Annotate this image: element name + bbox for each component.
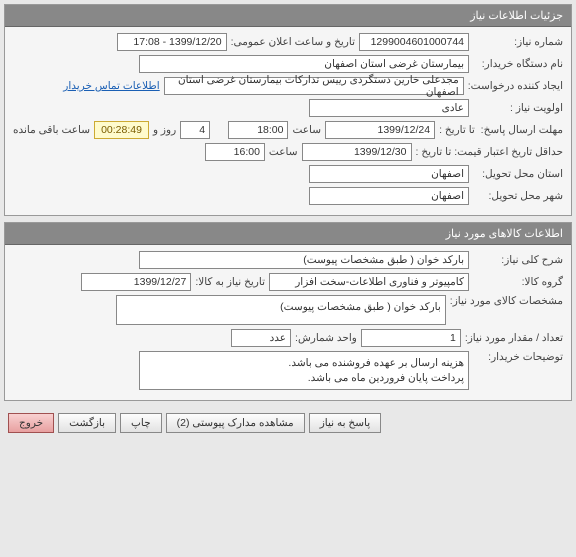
credit-label: حداقل تاریخ اعتبار قیمت: تا تاریخ : <box>416 146 564 158</box>
deadline-label: مهلت ارسال پاسخ: تا تاریخ : <box>439 124 563 136</box>
goods-info-header: اطلاعات کالاهای مورد نیاز <box>5 223 571 245</box>
remain-label: ساعت باقی مانده <box>13 124 90 136</box>
need-info-panel: جزئیات اطلاعات نیاز شماره نیاز: 12990046… <box>4 4 572 216</box>
button-bar: پاسخ به نیاز مشاهده مدارک پیوستی (2) چاپ… <box>4 407 572 439</box>
delivery-city-field: اصفهان <box>309 187 469 205</box>
goods-info-panel: اطلاعات کالاهای مورد نیاز شرح کلی نیاز: … <box>4 222 572 401</box>
buyer-note-label: توضیحات خریدار: <box>473 351 563 363</box>
credit-date-field: 1399/12/30 <box>302 143 412 161</box>
back-button[interactable]: بازگشت <box>58 413 116 433</box>
need-date-field: 1399/12/27 <box>81 273 191 291</box>
priority-label: اولویت نیاز : <box>473 102 563 114</box>
group-field: کامپیوتر و فناوری اطلاعات-سخت افزار <box>269 273 469 291</box>
buyer-field: بیمارستان غرضی استان اصفهان <box>139 55 469 73</box>
buyer-note-field: هزینه ارسال بر عهده فروشنده می باشد. پرد… <box>139 351 469 390</box>
spec-field: بارکد خوان ( طبق مشخصات پیوست) <box>116 295 446 325</box>
qty-label: تعداد / مقدار مورد نیاز: <box>465 332 563 344</box>
time-label-1: ساعت <box>292 124 321 136</box>
req-no-field: 1299004601000744 <box>359 33 469 51</box>
need-date-label: تاریخ نیاز به کالا: <box>195 276 265 288</box>
need-info-header: جزئیات اطلاعات نیاز <box>5 5 571 27</box>
announce-label: تاریخ و ساعت اعلان عمومی: <box>231 36 355 48</box>
countdown-timer: 00:28:49 <box>94 121 149 139</box>
attachments-button[interactable]: مشاهده مدارک پیوستی (2) <box>166 413 305 433</box>
print-button[interactable]: چاپ <box>120 413 162 433</box>
creator-field: مجدعلی خارین دستگردی رییس تدارکات بیمارس… <box>164 77 464 95</box>
deadline-time-field: 18:00 <box>228 121 288 139</box>
spec-label: مشخصات کالای مورد نیاز: <box>450 295 563 307</box>
days-label: روز و <box>153 124 176 136</box>
desc-field: بارکد خوان ( طبق مشخصات پیوست) <box>139 251 469 269</box>
delivery-prov-label: استان محل تحویل: <box>473 168 563 180</box>
exit-button[interactable]: خروج <box>8 413 54 433</box>
days-field: 4 <box>180 121 210 139</box>
req-no-label: شماره نیاز: <box>473 36 563 48</box>
unit-field: عدد <box>231 329 291 347</box>
unit-label: واحد شمارش: <box>295 332 357 344</box>
delivery-city-label: شهر محل تحویل: <box>473 190 563 202</box>
credit-time-field: 16:00 <box>205 143 265 161</box>
desc-label: شرح کلی نیاز: <box>473 254 563 266</box>
contact-link[interactable]: اطلاعات تماس خریدار <box>63 80 159 92</box>
qty-field: 1 <box>361 329 461 347</box>
deadline-date-field: 1399/12/24 <box>325 121 435 139</box>
announce-field: 1399/12/20 - 17:08 <box>117 33 227 51</box>
priority-field: عادی <box>309 99 469 117</box>
creator-label: ایجاد کننده درخواست: <box>468 80 563 92</box>
respond-button[interactable]: پاسخ به نیاز <box>309 413 381 433</box>
delivery-prov-field: اصفهان <box>309 165 469 183</box>
buyer-label: نام دستگاه خریدار: <box>473 58 563 70</box>
group-label: گروه کالا: <box>473 276 563 288</box>
time-label-2: ساعت <box>269 146 298 158</box>
